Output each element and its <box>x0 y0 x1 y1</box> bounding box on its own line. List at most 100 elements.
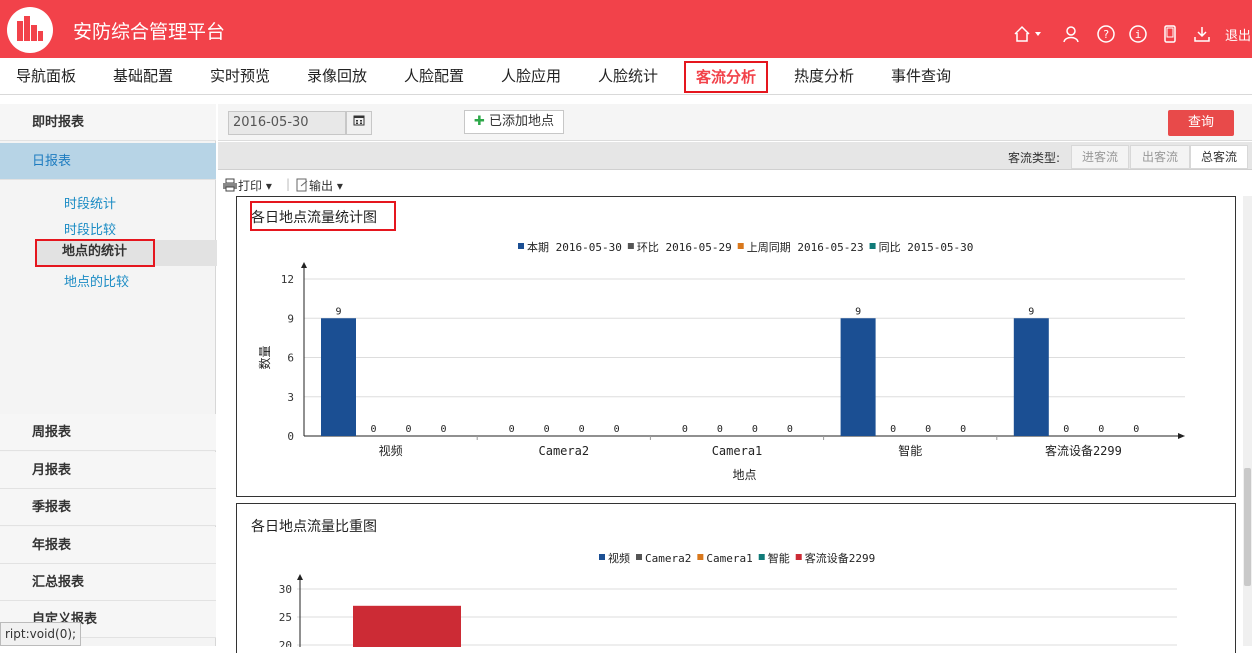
sidebar-subitem-period-stats[interactable]: 时段统计 <box>64 193 116 212</box>
menu-item-playback[interactable]: 录像回放 <box>307 58 367 95</box>
menu-item-face-config[interactable]: 人脸配置 <box>404 58 464 95</box>
x-tick-label: 智能 <box>898 443 922 458</box>
tablet-icon[interactable] <box>1160 24 1180 44</box>
logout-button[interactable]: 退出 <box>1225 25 1251 44</box>
bar-value-label: 0 <box>1063 424 1069 435</box>
sidebar: 即时报表 日报表 时段统计 时段比较 地点的统计 地点的比较 周报表 月报表 季… <box>0 104 217 646</box>
info-icon[interactable]: i <box>1128 24 1148 44</box>
added-location-button[interactable]: ✚ 已添加地点 <box>464 110 564 134</box>
legend2-label-4: 客流设备2299 <box>805 551 876 565</box>
legend-swatch-0 <box>518 243 524 249</box>
download-icon[interactable] <box>1192 24 1212 44</box>
legend2-label-0: 视频 <box>608 551 630 565</box>
y-tick-label: 0 <box>287 430 294 443</box>
bar-value-label: 0 <box>717 424 723 435</box>
menu-item-basic-config[interactable]: 基础配置 <box>113 58 173 95</box>
date-input[interactable]: 2016-05-30 <box>228 111 346 135</box>
export-icon <box>296 178 308 192</box>
legend2-swatch-4 <box>795 554 802 560</box>
tab-total-flow[interactable]: 总客流 <box>1190 145 1248 169</box>
sidebar-subitem-period-compare[interactable]: 时段比较 <box>64 219 116 238</box>
menu-item-navigation[interactable]: 导航面板 <box>16 58 76 95</box>
app-title: 安防综合管理平台 <box>73 21 226 43</box>
y-tick-label: 9 <box>287 312 294 325</box>
menu-item-event-query[interactable]: 事件查询 <box>891 58 951 95</box>
sidebar-item-summary-report[interactable]: 汇总报表 <box>0 564 216 601</box>
export-label: 输出 <box>309 179 334 193</box>
chart-panel-location-share: 各日地点流量比重图 视频 Camera2 Camera1 智能 客流设备2299 20 25… <box>236 503 1236 653</box>
sidebar-item-yearly-report[interactable]: 年报表 <box>0 527 216 564</box>
selection-highlight <box>35 239 155 267</box>
bar-value-label: 0 <box>440 424 446 435</box>
chevron-down-icon[interactable] <box>1035 32 1041 36</box>
y-tick-label: 6 <box>287 352 294 365</box>
bar-value-label: 0 <box>890 424 896 435</box>
user-icon[interactable] <box>1061 24 1081 44</box>
added-location-label: 已添加地点 <box>489 114 555 129</box>
plus-icon: ✚ <box>473 114 485 129</box>
chart-panel-location-stats: 各日地点流量统计图 本期 2016-05-30 环比 2016-05-29 上周同期… <box>236 196 1236 497</box>
sidebar-item-weekly-report[interactable]: 周报表 <box>0 414 216 451</box>
bar-value-label: 0 <box>752 424 758 435</box>
legend2-swatch-3 <box>758 554 765 560</box>
sidebar-item-daily-report[interactable]: 日报表 <box>0 143 216 180</box>
home-icon[interactable] <box>1012 24 1032 44</box>
bar-value-label: 0 <box>1098 424 1104 435</box>
y-axis-arrow <box>301 262 307 268</box>
sidebar-subitem-location-compare[interactable]: 地点的比较 <box>64 271 129 290</box>
bar-value-label: 0 <box>579 424 585 435</box>
print-button[interactable]: 打印 ▾ <box>222 177 272 194</box>
bar-value-label: 0 <box>787 424 793 435</box>
action-divider: | <box>286 177 291 191</box>
legend2-swatch-0 <box>599 554 605 560</box>
tab-inflow[interactable]: 进客流 <box>1071 145 1129 169</box>
bar-value-label: 0 <box>614 424 620 435</box>
x-tick-label: 视频 <box>379 443 403 458</box>
y-tick-label: 12 <box>281 273 294 286</box>
bar-value-label: 0 <box>925 424 931 435</box>
menu-item-live-preview[interactable]: 实时预览 <box>210 58 270 95</box>
chart2-svg: 视频 Camera2 Camera1 智能 客流设备2299202530 <box>279 551 1177 647</box>
x-tick-label: Camera2 <box>539 444 590 458</box>
top-bar: 安防综合管理平台 ? i 退出 <box>0 0 1252 58</box>
bar-value-label: 0 <box>509 424 515 435</box>
x-tick-label: Camera1 <box>712 444 763 458</box>
legend2-label-2: Camera1 <box>706 552 752 565</box>
scrollbar-thumb[interactable] <box>1244 468 1251 586</box>
bar-value-label: 0 <box>405 424 411 435</box>
legend2-swatch-1 <box>636 554 642 560</box>
legend-label-3: 同比 2015-05-30 <box>879 241 974 254</box>
print-label: 打印 <box>238 179 263 193</box>
menu-item-traffic-analysis[interactable]: 客流分析 <box>684 61 769 93</box>
legend-label-0: 本期 2016-05-30 <box>527 240 622 254</box>
help-icon[interactable]: ? <box>1096 24 1116 44</box>
query-button[interactable]: 查询 <box>1168 110 1234 136</box>
y-tick-label: 30 <box>279 583 292 596</box>
bar <box>1013 318 1049 436</box>
bar-value-label: 0 <box>370 424 376 435</box>
menu-item-face-stats[interactable]: 人脸统计 <box>598 58 658 95</box>
menu-item-heat-analysis[interactable]: 热度分析 <box>794 58 854 95</box>
legend2-label-3: 智能 <box>768 551 790 565</box>
sidebar-item-realtime-report[interactable]: 即时报表 <box>0 104 216 141</box>
tab-outflow[interactable]: 出客流 <box>1130 145 1190 169</box>
logo-icon <box>7 7 53 53</box>
legend-swatch-2 <box>737 243 744 249</box>
calendar-icon[interactable] <box>346 111 372 135</box>
legend2-label-1: Camera2 <box>645 552 691 565</box>
menu-item-face-app[interactable]: 人脸应用 <box>501 58 561 95</box>
query-toolbar: 2016-05-30 ✚ 已添加地点 查询 <box>218 104 1252 141</box>
y-axis-arrow <box>297 574 303 580</box>
status-url: ript:void(0); <box>0 622 82 646</box>
sidebar-item-monthly-report[interactable]: 月报表 <box>0 452 216 489</box>
export-button[interactable]: 输出 ▾ <box>295 177 343 194</box>
sidebar-item-quarterly-report[interactable]: 季报表 <box>0 489 216 526</box>
legend2-swatch-2 <box>697 554 704 560</box>
bar-value-label: 0 <box>544 424 550 435</box>
y-axis-label: 数量 <box>257 345 272 369</box>
main-menu: 导航面板 基础配置 实时预览 录像回放 人脸配置 人脸应用 人脸统计 客流分析 … <box>0 58 1252 95</box>
svg-text:?: ? <box>1103 28 1110 41</box>
bar-value-label: 0 <box>960 424 966 435</box>
bar-value-label: 0 <box>682 424 688 435</box>
y-tick-label: 3 <box>287 391 294 404</box>
